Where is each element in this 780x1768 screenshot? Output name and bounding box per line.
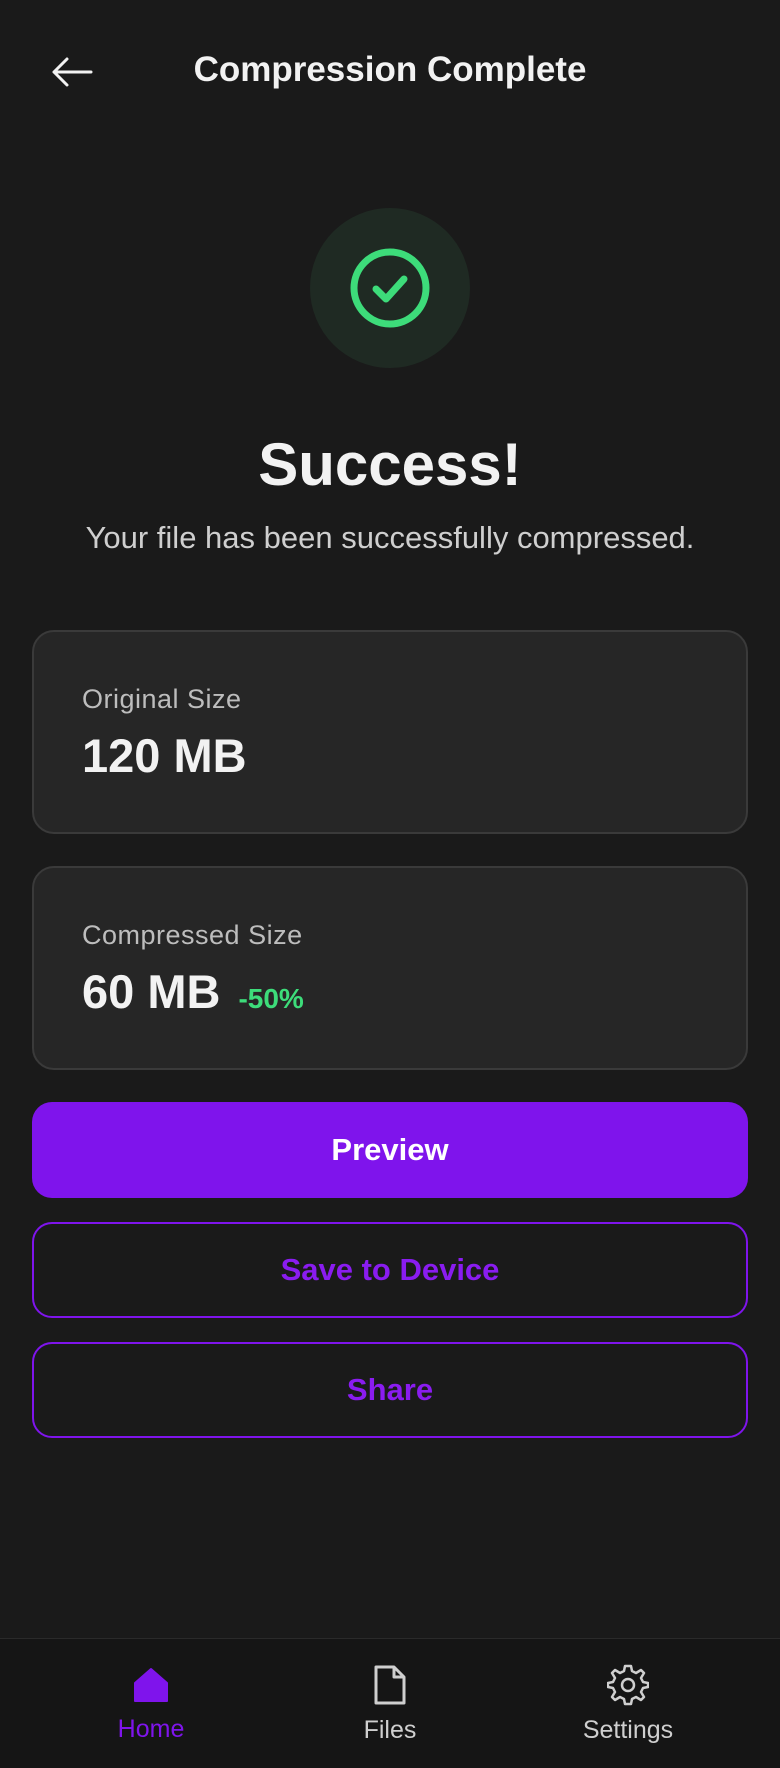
compressed-size-value: 60 MB <box>82 965 221 1018</box>
save-to-device-button[interactable]: Save to Device <box>32 1222 748 1318</box>
nav-item-home[interactable]: Home <box>51 1639 251 1768</box>
check-circle-icon <box>350 248 430 328</box>
success-badge <box>310 208 470 368</box>
compressed-size-label: Compressed Size <box>82 920 303 950</box>
preview-button[interactable]: Preview <box>32 1102 748 1198</box>
original-size-value: 120 MB <box>82 729 247 782</box>
nav-item-settings[interactable]: Settings <box>528 1639 728 1768</box>
nav-label-settings: Settings <box>582 1715 674 1744</box>
nav-label-files: Files <box>363 1715 417 1744</box>
compressed-size-value-row: 60 MB -50% <box>82 964 304 1019</box>
page-title: Compression Complete <box>193 50 587 89</box>
file-icon <box>374 1665 406 1704</box>
nav-label-home: Home <box>117 1714 185 1743</box>
nav-item-files[interactable]: Files <box>290 1639 490 1768</box>
gear-icon <box>607 1664 649 1705</box>
success-message: Your file has been successfully compress… <box>85 520 695 555</box>
original-size-value-row: 120 MB <box>82 728 247 783</box>
home-icon <box>134 1667 168 1702</box>
size-reduction-badge: -50% <box>238 983 304 1014</box>
compressed-size-card: Compressed Size 60 MB -50% <box>32 866 748 1070</box>
bottom-nav: Home Files Settings <box>0 1638 780 1768</box>
top-bar: Compression Complete <box>0 0 780 144</box>
original-size-label: Original Size <box>82 684 242 714</box>
share-button[interactable]: Share <box>32 1342 748 1438</box>
app-root: Compression Complete Success! Your file … <box>0 0 780 1768</box>
success-heading: Success! <box>258 431 522 498</box>
original-size-card: Original Size 120 MB <box>32 630 748 834</box>
